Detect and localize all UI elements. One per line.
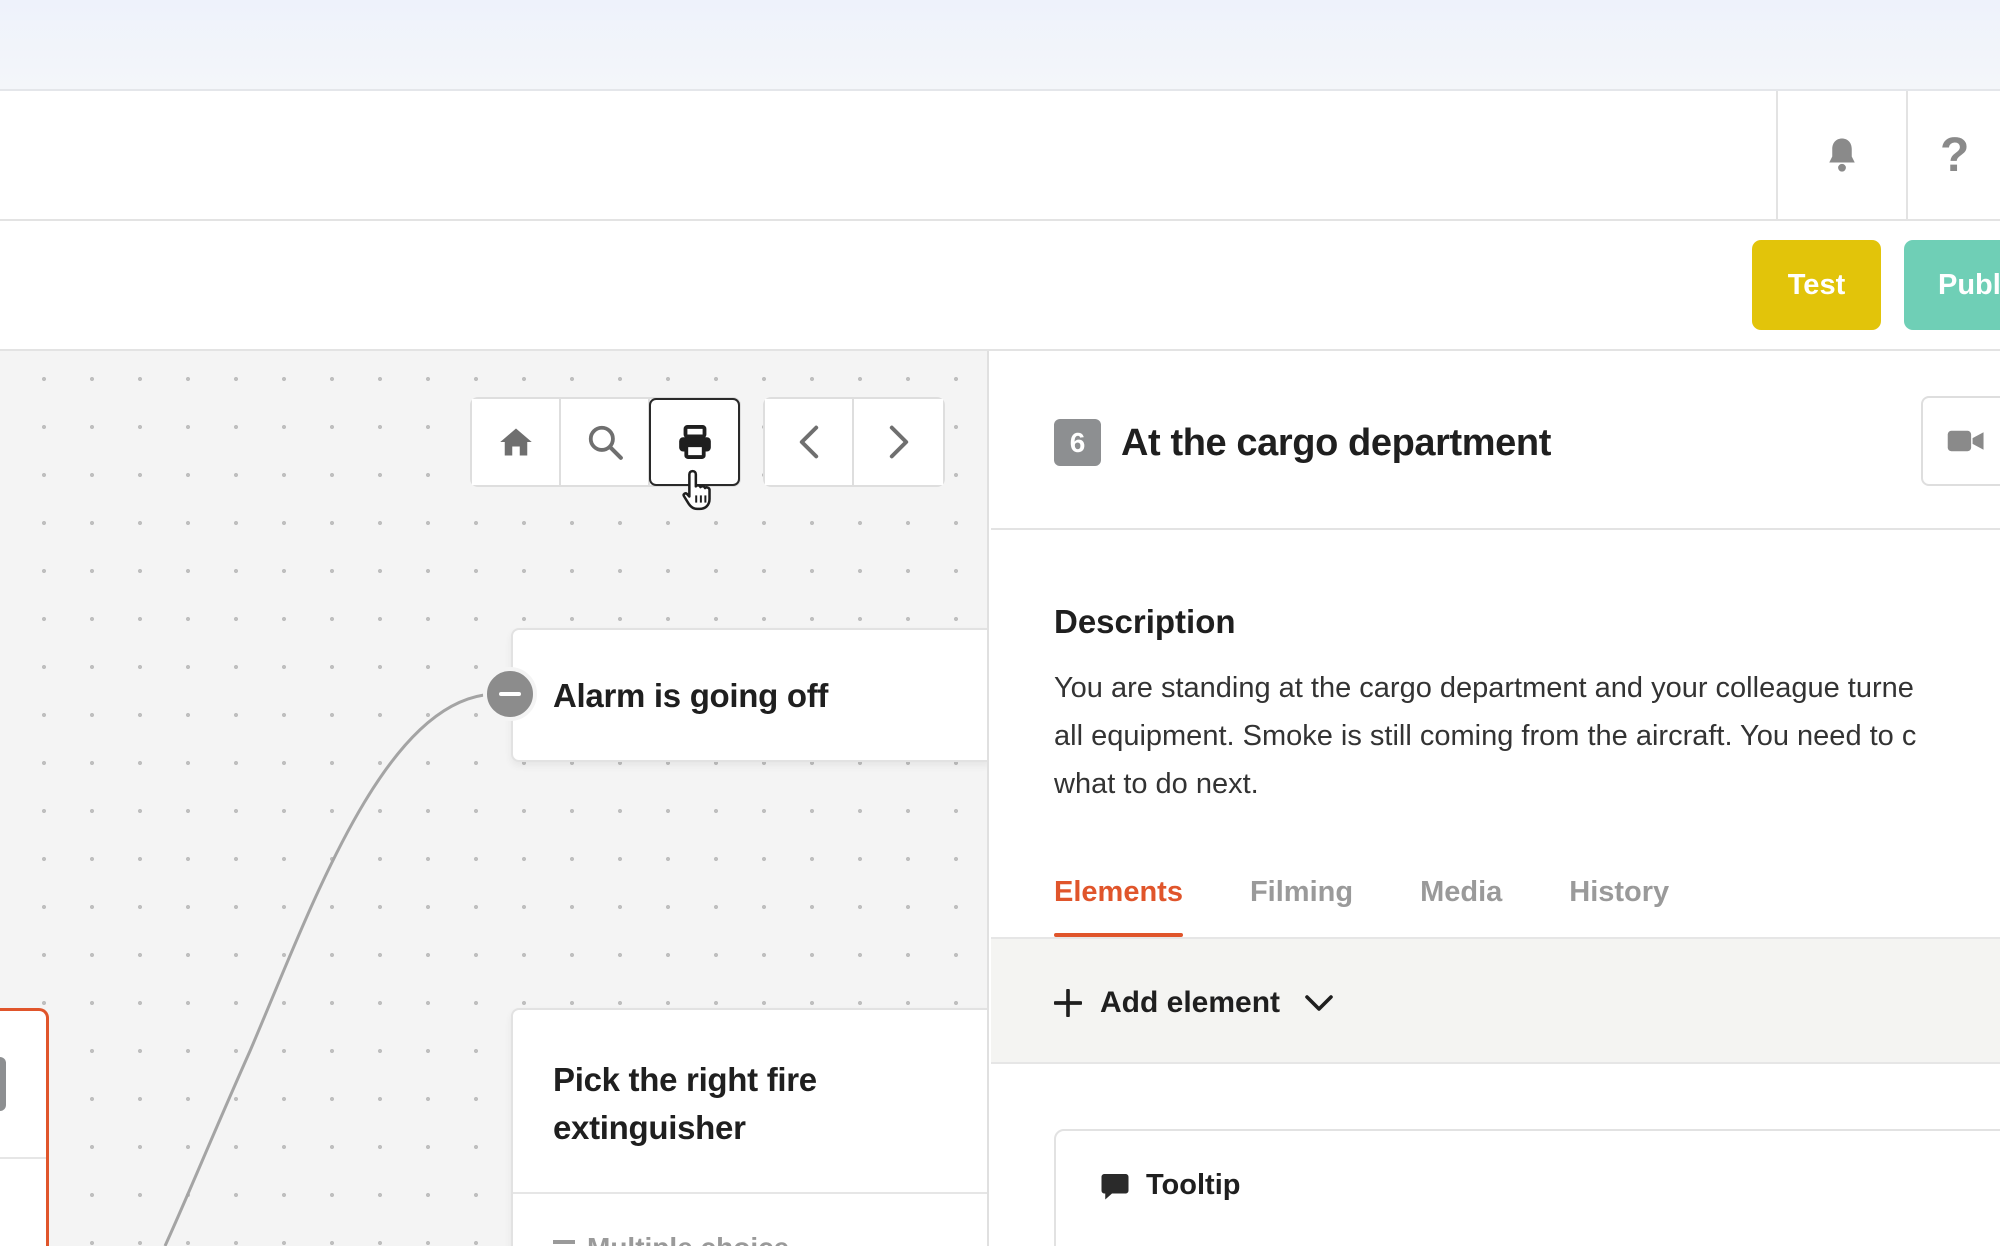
flow-canvas[interactable]: Alarm is going off Pick the right fire e… xyxy=(0,351,989,1246)
chevron-down-icon xyxy=(1305,994,1333,1011)
search-button[interactable] xyxy=(561,399,650,485)
previous-button[interactable] xyxy=(765,399,854,485)
search-icon xyxy=(588,425,623,460)
bell-icon xyxy=(1829,138,1855,172)
plus-icon xyxy=(1054,988,1082,1017)
description-text: You are standing at the cargo department… xyxy=(1054,672,1917,800)
app-header: ? xyxy=(0,91,2000,221)
flow-node[interactable]: Pick the right fire extinguisher Multipl… xyxy=(511,1008,987,1246)
publish-button[interactable]: Publ xyxy=(1904,240,2000,330)
home-button[interactable] xyxy=(472,399,561,485)
tooltip-label-row: Tooltip xyxy=(1100,1169,1240,1202)
tooltip-label: Tooltip xyxy=(1146,1169,1241,1201)
pointer-cursor-icon xyxy=(682,469,711,511)
description-heading: Description xyxy=(1054,603,1236,640)
canvas-nav-toolbar xyxy=(763,397,945,487)
panel-divider xyxy=(991,528,2000,530)
node-divider xyxy=(0,1157,46,1159)
panel-tabs: Elements Filming Media History xyxy=(1054,867,1669,937)
next-button[interactable] xyxy=(854,399,943,485)
node-title: Pick the right fire extinguisher xyxy=(553,1061,817,1146)
video-button[interactable] xyxy=(1921,396,2000,486)
comment-icon xyxy=(1101,1173,1129,1199)
step-number-badge: 6 xyxy=(1054,419,1101,466)
tab-filming[interactable]: Filming xyxy=(1250,867,1353,937)
node-sub-label: Multiple choice xyxy=(553,1232,789,1246)
node-title: Alarm is going off xyxy=(553,677,829,714)
add-element-button[interactable]: Add element xyxy=(1054,939,1334,1066)
node-badge xyxy=(0,1057,6,1111)
test-button[interactable]: Test xyxy=(1752,240,1881,330)
collapse-node-button[interactable] xyxy=(483,667,537,721)
chevron-left-icon xyxy=(799,425,818,459)
add-element-bar: Add element xyxy=(991,937,2000,1064)
action-bar: Test Publ xyxy=(0,221,2000,351)
chevron-right-icon xyxy=(889,425,908,459)
help-button[interactable]: ? xyxy=(1940,91,2000,219)
selected-flow-node[interactable] xyxy=(0,1008,49,1246)
tab-media[interactable]: Media xyxy=(1420,867,1502,937)
flow-node[interactable]: Alarm is going off xyxy=(511,628,987,762)
step-title: At the cargo department xyxy=(1121,422,1551,464)
notifications-button[interactable] xyxy=(1778,91,1906,219)
add-element-label: Add element xyxy=(1100,985,1281,1019)
tab-elements[interactable]: Elements xyxy=(1054,867,1183,937)
minus-icon xyxy=(499,692,521,696)
home-icon xyxy=(499,428,532,456)
step-detail-panel: 6 At the cargo department Description Yo… xyxy=(991,351,2000,1246)
print-icon xyxy=(678,425,711,459)
video-camera-icon xyxy=(1947,430,1984,452)
window-top-band xyxy=(0,0,2000,91)
tooltip-element-card[interactable]: Tooltip xyxy=(1054,1129,2000,1246)
question-icon: ? xyxy=(1940,128,1970,182)
tab-history[interactable]: History xyxy=(1569,867,1669,937)
node-divider xyxy=(513,1192,987,1194)
header-separator xyxy=(1906,91,1908,219)
list-icon xyxy=(553,1240,575,1246)
